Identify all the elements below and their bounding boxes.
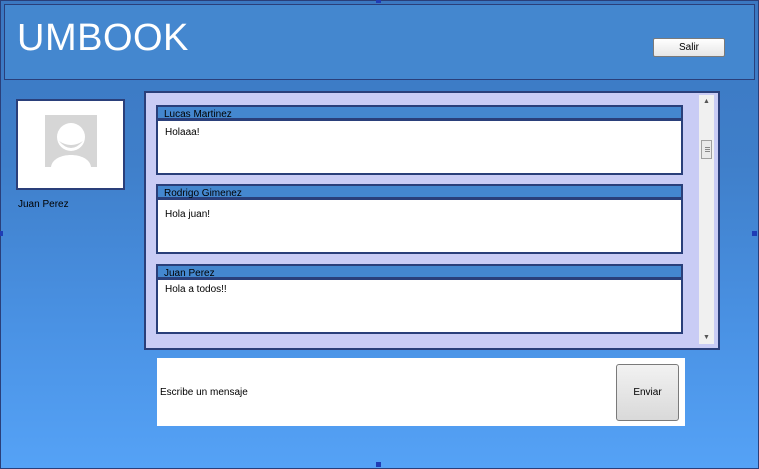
resize-handle[interactable] [0, 231, 3, 236]
app-title: UMBOOK [17, 17, 189, 59]
app-window: UMBOOK Salir Juan Perez Lucas Martinez H… [0, 0, 759, 469]
message-author: Rodrigo Gimenez [156, 184, 683, 199]
scroll-down-icon[interactable]: ▼ [699, 332, 714, 344]
default-user-icon [45, 115, 97, 167]
message-card: Rodrigo Gimenez Hola juan! [156, 184, 683, 254]
message-text: Hola a todos!! [156, 279, 683, 334]
send-button[interactable]: Enviar [616, 364, 679, 421]
resize-handle[interactable] [376, 462, 381, 467]
header-bar: UMBOOK Salir [4, 4, 755, 80]
message-card: Juan Perez Hola a todos!! [156, 264, 683, 334]
profile-picture-frame [16, 99, 125, 190]
message-feed: Lucas Martinez Holaaa! Rodrigo Gimenez H… [144, 91, 720, 350]
message-author: Lucas Martinez [156, 105, 683, 120]
vertical-scrollbar[interactable]: ▲ ▼ [699, 95, 714, 344]
compose-area: Enviar [157, 358, 685, 426]
message-input[interactable] [160, 387, 600, 398]
profile-name: Juan Perez [18, 199, 69, 210]
logout-button[interactable]: Salir [653, 38, 725, 57]
message-author: Juan Perez [156, 264, 683, 279]
message-text: Hola juan! [156, 199, 683, 254]
scroll-thumb[interactable] [701, 140, 712, 159]
scroll-up-icon[interactable]: ▲ [699, 96, 714, 108]
message-text: Holaaa! [156, 120, 683, 175]
resize-handle[interactable] [752, 231, 757, 236]
resize-handle[interactable] [376, 0, 381, 3]
message-card: Lucas Martinez Holaaa! [156, 105, 683, 175]
